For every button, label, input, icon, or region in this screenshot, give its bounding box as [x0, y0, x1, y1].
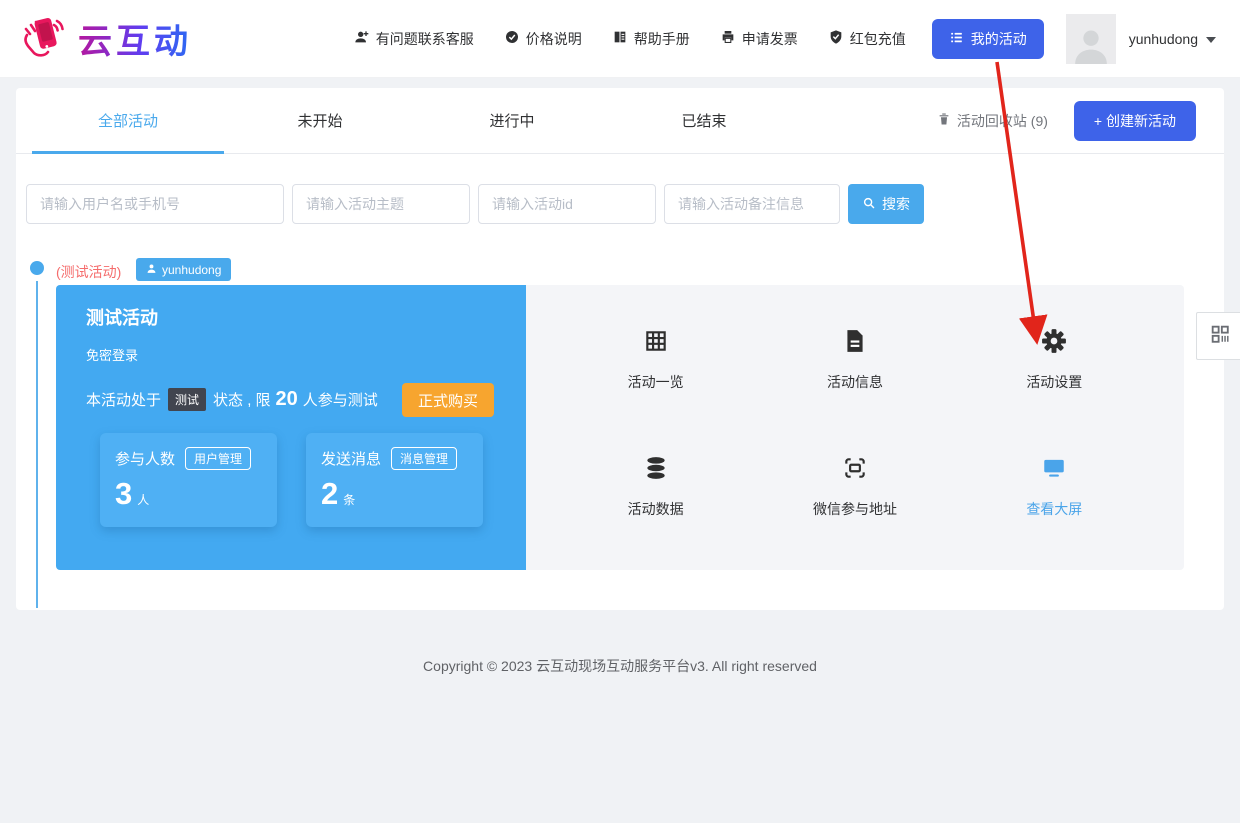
activity-note-input[interactable]	[664, 184, 840, 224]
action-wechat-join-address[interactable]: 微信参与地址	[813, 455, 897, 519]
user-management-button[interactable]: 用户管理	[185, 447, 251, 470]
status-badge: 测试	[168, 388, 206, 411]
top-header: 云互动 有问题联系客服 价格说明 帮助手册 申请发票	[0, 0, 1240, 78]
activity-id-input[interactable]	[478, 184, 656, 224]
tab-label: 全部活动	[98, 110, 158, 131]
recycle-bin-link[interactable]: 活动回收站 (9)	[937, 111, 1048, 131]
tab-label: 未开始	[297, 110, 342, 131]
tab-not-started[interactable]: 未开始	[224, 88, 416, 153]
activity-actions-grid: 活动一览 活动信息 活动设置 活动数据	[526, 285, 1184, 570]
action-label: 活动信息	[827, 372, 883, 392]
action-activity-settings[interactable]: 活动设置	[1026, 328, 1082, 392]
nav-request-invoice[interactable]: 申请发票	[720, 29, 798, 49]
action-label: 活动设置	[1026, 372, 1082, 392]
qr-grid-icon	[1209, 323, 1231, 350]
nav-label: 红包充值	[850, 29, 906, 49]
timeline-line	[36, 281, 38, 608]
owner-name: yunhudong	[162, 263, 221, 277]
gear-icon	[1041, 328, 1067, 359]
stat-participants: 参与人数 用户管理 3 人	[100, 433, 277, 527]
activity-status-line: 本活动处于 测试 状态 , 限 20 人参与测试	[86, 388, 378, 411]
activity-card-summary: 测试活动 免密登录 本活动处于 测试 状态 , 限 20 人参与测试 正式购买 …	[56, 285, 526, 570]
tabbar-right: 活动回收站 (9) + 创建新活动	[937, 88, 1224, 153]
status-suffix: 人参与测试	[303, 389, 378, 410]
nav-pricing[interactable]: 价格说明	[504, 29, 582, 49]
header-nav: 有问题联系客服 价格说明 帮助手册 申请发票 红包充值	[354, 29, 906, 49]
search-icon	[862, 196, 876, 213]
nav-label: 申请发票	[742, 29, 798, 49]
activity-topic-input[interactable]	[292, 184, 470, 224]
logo[interactable]: 云互动	[20, 13, 192, 64]
action-activity-info[interactable]: 活动信息	[827, 328, 883, 392]
trash-icon	[937, 112, 951, 129]
action-activity-data[interactable]: 活动数据	[628, 455, 684, 519]
activity-card: 测试活动 免密登录 本活动处于 测试 状态 , 限 20 人参与测试 正式购买 …	[56, 285, 1184, 570]
search-button[interactable]: 搜索	[848, 184, 924, 224]
activity-title: 测试活动	[86, 304, 158, 330]
nav-label: 价格说明	[526, 29, 582, 49]
nav-label: 帮助手册	[634, 29, 690, 49]
stat-messages: 发送消息 消息管理 2 条	[306, 433, 483, 527]
create-activity-button[interactable]: + 创建新活动	[1074, 101, 1196, 141]
recycle-bin-label: 活动回收站 (9)	[957, 111, 1048, 131]
monitor-icon	[1041, 455, 1067, 486]
stat-label: 发送消息	[321, 448, 381, 469]
list-icon	[949, 30, 964, 48]
my-activities-button[interactable]: 我的活动	[932, 19, 1044, 59]
nav-contact-support[interactable]: 有问题联系客服	[354, 29, 474, 49]
grid-icon	[643, 328, 669, 359]
book-icon	[612, 29, 628, 48]
search-row: 搜索	[26, 184, 924, 224]
stat-unit: 人	[137, 491, 149, 508]
avatar[interactable]	[1066, 14, 1116, 64]
user-menu[interactable]: yunhudong	[1129, 31, 1216, 47]
status-mid: 状态 , 限	[213, 389, 271, 410]
stat-value: 3	[115, 478, 132, 509]
action-label: 活动一览	[628, 372, 684, 392]
timeline-dot	[30, 261, 44, 275]
activity-tag: (测试活动)	[56, 262, 121, 282]
search-button-label: 搜索	[882, 194, 910, 214]
database-icon	[643, 455, 669, 486]
chevron-down-icon	[1206, 37, 1216, 43]
footer-copyright: Copyright © 2023 云互动现场互动服务平台v3. All righ…	[0, 656, 1240, 676]
tab-ended[interactable]: 已结束	[608, 88, 800, 153]
action-activity-overview[interactable]: 活动一览	[628, 328, 684, 392]
tab-label: 进行中	[489, 110, 534, 131]
nav-label: 有问题联系客服	[376, 29, 474, 49]
quick-nav-widget[interactable]	[1196, 312, 1240, 360]
tab-in-progress[interactable]: 进行中	[416, 88, 608, 153]
printer-icon	[720, 29, 736, 48]
action-label: 微信参与地址	[813, 499, 897, 519]
nav-red-packet-recharge[interactable]: 红包充值	[828, 29, 906, 49]
status-prefix: 本活动处于	[86, 389, 161, 410]
username: yunhudong	[1129, 31, 1198, 47]
owner-badge[interactable]: yunhudong	[136, 258, 231, 281]
document-icon	[842, 328, 868, 359]
my-activities-label: 我的活动	[971, 29, 1027, 49]
buy-button[interactable]: 正式购买	[402, 383, 494, 417]
activity-subtitle: 免密登录	[86, 345, 138, 364]
action-label: 查看大屏	[1026, 499, 1082, 519]
badge-icon	[504, 29, 520, 48]
action-view-big-screen[interactable]: 查看大屏	[1026, 455, 1082, 519]
main-panel: 全部活动 未开始 进行中 已结束 活动回收站 (9) + 创建新活动	[16, 88, 1224, 610]
tab-all-activities[interactable]: 全部活动	[32, 88, 224, 153]
username-phone-input[interactable]	[26, 184, 284, 224]
logo-text: 云互动	[78, 14, 192, 63]
stat-label: 参与人数	[115, 448, 175, 469]
action-label: 活动数据	[628, 499, 684, 519]
phone-in-hand-logo-icon	[20, 13, 72, 64]
shield-check-icon	[828, 29, 844, 48]
scan-icon	[842, 455, 868, 486]
message-management-button[interactable]: 消息管理	[391, 447, 457, 470]
nav-help-manual[interactable]: 帮助手册	[612, 29, 690, 49]
user-plus-icon	[354, 29, 370, 48]
stat-unit: 条	[343, 491, 355, 508]
person-icon	[146, 263, 157, 277]
stat-value: 2	[321, 478, 338, 509]
tab-label: 已结束	[681, 110, 726, 131]
status-count: 20	[276, 388, 298, 411]
tab-bar: 全部活动 未开始 进行中 已结束 活动回收站 (9) + 创建新活动	[16, 88, 1224, 154]
